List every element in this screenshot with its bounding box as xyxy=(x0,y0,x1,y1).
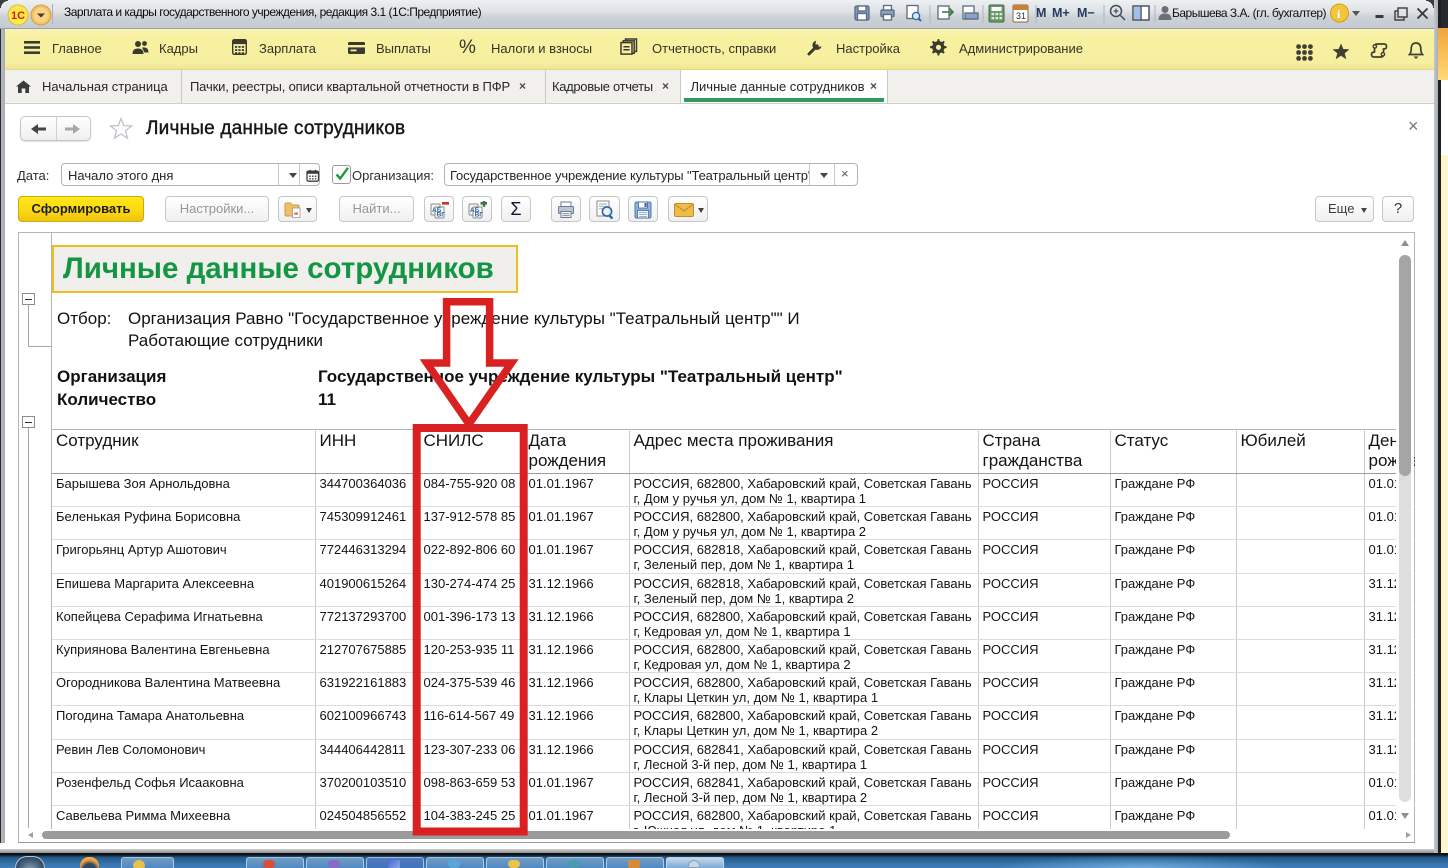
svg-text:M: M xyxy=(1036,6,1046,20)
svg-text:M−: M− xyxy=(1077,6,1095,20)
svg-text:Барышева З.А. (гл. бухгалтер): Барышева З.А. (гл. бухгалтер) xyxy=(1172,6,1327,20)
svg-text:31: 31 xyxy=(1016,11,1026,21)
svg-text:M+: M+ xyxy=(1052,6,1070,20)
